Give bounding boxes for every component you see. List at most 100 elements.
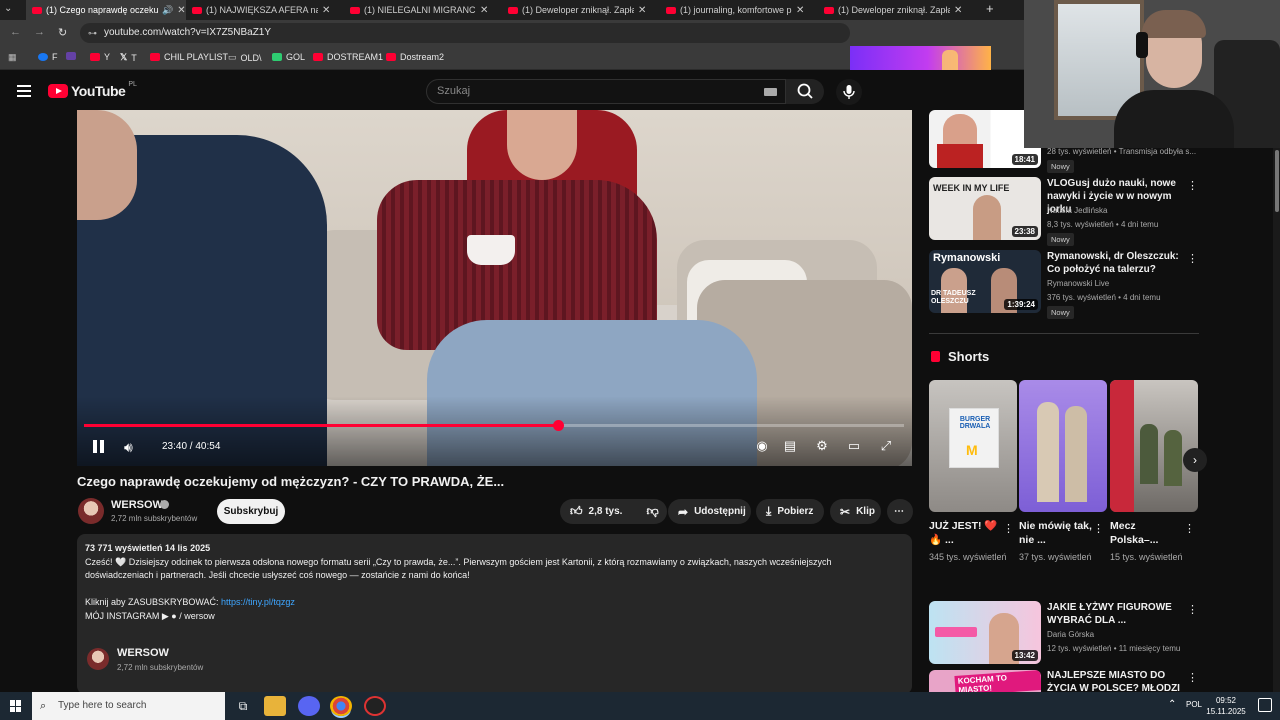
bookmark-t[interactable]: 𝕏T <box>120 52 137 63</box>
download-button[interactable]: ⤓ Pobierz <box>756 499 824 524</box>
short-card[interactable]: Nie mówię tak, nie ... 37 tys. wyświetle… <box>1019 380 1107 562</box>
bookmark-gol[interactable]: GOL <box>272 52 305 62</box>
file-explorer-icon[interactable] <box>264 696 286 716</box>
tab-close-icon[interactable]: ✕ <box>177 5 185 16</box>
tab-search-chevron-icon[interactable]: ⌄ <box>4 3 12 14</box>
scrollbar[interactable] <box>1273 148 1280 692</box>
bookmark-dostream1[interactable]: DOSTREAM1 <box>313 52 383 62</box>
keyboard-icon[interactable] <box>764 88 777 96</box>
short-card[interactable]: BURGER DRWALA M JUŻ JEST! ❤️🔥 ... 345 ty… <box>929 380 1017 562</box>
search-input[interactable]: Szukaj <box>426 79 786 104</box>
tab-close-icon[interactable]: ✕ <box>638 5 646 16</box>
tab-close-icon[interactable]: ✕ <box>796 5 804 16</box>
youtube-header: YouTube PL Szukaj <box>0 70 1024 112</box>
more-actions-button[interactable]: ⋯ <box>887 499 913 524</box>
more-vertical-icon[interactable]: ⋮ <box>1003 522 1014 535</box>
volume-icon[interactable]: 🔊︎ <box>124 439 133 456</box>
menu-icon[interactable] <box>17 85 31 97</box>
more-vertical-icon[interactable]: ⋮ <box>1184 522 1195 535</box>
bookmark-y[interactable]: Y <box>90 52 110 62</box>
scrollbar-thumb[interactable] <box>1275 150 1279 212</box>
subscribe-button[interactable]: Subskrybuj <box>217 499 285 524</box>
recommended-video[interactable]: WEEK IN MY LIFE 23:38 VLOGusj dużo nauki… <box>929 177 1199 246</box>
search-button[interactable] <box>786 79 824 104</box>
subscribe-prefix: Kliknij aby ZASUBSKRYBOWAĆ: <box>85 597 222 607</box>
more-vertical-icon[interactable]: ⋮ <box>1187 603 1198 616</box>
progress-scrubber[interactable] <box>553 420 564 431</box>
browser-tab[interactable]: (1) Deweloper zniknął. Zapłacili ✕ <box>502 0 660 20</box>
settings-gear-icon[interactable]: ⚙ <box>813 438 831 454</box>
site-info-icon[interactable]: ⊶ <box>88 23 97 43</box>
short-card[interactable]: Mecz Polska–... 15 tys. wyświetleń ⋮ <box>1110 380 1198 562</box>
shorts-header: Shorts <box>931 349 989 364</box>
browser-tab[interactable]: (1) NAJWIĘKSZA AFERA na UKR ✕ <box>186 0 344 20</box>
shorts-next-button[interactable]: › <box>1183 448 1207 472</box>
like-count[interactable]: 2,8 tys. <box>589 506 623 517</box>
apps-grid-icon[interactable]: ▦ <box>8 52 17 63</box>
description-channel-avatar[interactable] <box>87 648 109 670</box>
browser-tab[interactable]: (1) NIELEGALNI MIGRANCI WC ✕ <box>344 0 502 20</box>
back-arrow-icon[interactable]: ← <box>10 26 21 38</box>
speaker-icon[interactable]: 🔊 <box>162 5 173 16</box>
bookmark-f[interactable]: F <box>38 52 58 62</box>
video-player[interactable] <box>77 110 912 466</box>
tab-close-icon[interactable]: ✕ <box>322 5 330 16</box>
recommended-video[interactable]: KOCHAM TO MIASTO! NAJLEPSZE MIASTO DO ŻY… <box>929 670 1199 692</box>
clock-time: 09:52 <box>1215 696 1237 705</box>
more-vertical-icon[interactable]: ⋮ <box>1187 671 1198 684</box>
more-vertical-icon[interactable]: ⋮ <box>1187 252 1198 265</box>
like-dislike-group: 👍︎ 2,8 tys. 👎︎ <box>560 499 667 524</box>
autoplay-toggle-icon[interactable]: ◉ <box>753 438 771 454</box>
video-meta: 12 tys. wyświetleń • 11 miesięcy temu <box>1047 644 1181 653</box>
windows-start-icon[interactable] <box>10 700 22 712</box>
taskbar-search-input[interactable]: ⌕ Type here to search <box>32 692 225 720</box>
dislike-icon[interactable]: 👎︎ <box>646 504 658 519</box>
tab-close-icon[interactable]: ✕ <box>954 5 962 16</box>
more-vertical-icon[interactable]: ⋮ <box>1187 179 1198 192</box>
reload-icon[interactable]: ↻ <box>58 26 67 39</box>
recommended-video[interactable]: 13:42 JAKIE ŁYŻWY FIGUROWE WYBRAĆ DLA ..… <box>929 601 1199 667</box>
subscribe-link[interactable]: https://tiny.pl/tqzgz <box>221 597 295 607</box>
short-title: Mecz Polska–... <box>1110 520 1159 546</box>
channel-avatar[interactable] <box>78 498 104 524</box>
browser-tab[interactable]: (1) journaling, komfortowe prze ✕ <box>660 0 818 20</box>
voice-search-button[interactable] <box>836 79 862 105</box>
bookmark-folder-old[interactable]: ▭ OLD\ <box>228 52 262 63</box>
theater-mode-icon[interactable]: ▭ <box>845 438 863 454</box>
obs-icon[interactable] <box>364 696 386 716</box>
new-tab-button[interactable]: + <box>986 1 994 16</box>
pause-button[interactable] <box>92 440 106 453</box>
logo-word: YouTube <box>71 83 126 99</box>
tab-title: (1) Deweloper zniknął. Zapłacili <box>522 5 634 15</box>
clip-button[interactable]: ✂ Klip <box>830 499 881 524</box>
more-vertical-icon[interactable]: ⋮ <box>1093 522 1104 535</box>
notification-icon[interactable] <box>1258 698 1272 712</box>
browser-tab[interactable]: (1) Deweloper zniknął. Zapłacili ✕ <box>818 0 976 20</box>
bookmark-dostream2[interactable]: Dostream2 <box>386 52 444 62</box>
clock[interactable]: 09:52 15.11.2025 <box>1206 695 1246 717</box>
description-box[interactable]: 73 771 wyświetleń 14 lis 2025 Cześć! 🤍 D… <box>77 534 912 694</box>
chrome-icon[interactable] <box>330 696 352 716</box>
task-view-icon[interactable]: ⧉ <box>232 696 254 716</box>
language-indicator[interactable]: POL <box>1186 700 1202 709</box>
tray-chevron-up-icon[interactable]: ⌃ <box>1168 699 1176 710</box>
like-icon[interactable]: 👍︎ <box>570 504 583 519</box>
microphone-icon <box>843 85 855 99</box>
share-button[interactable]: ➦ Udostępnij <box>668 499 751 524</box>
progress-bar[interactable] <box>84 420 904 431</box>
forward-arrow-icon[interactable]: → <box>34 26 45 38</box>
browser-tab-active[interactable]: (1) Czego naprawdę oczekuj 🔊 ✕ <box>26 0 186 20</box>
description-channel-name[interactable]: WERSOW <box>117 647 169 659</box>
youtube-logo[interactable]: YouTube PL <box>48 81 137 99</box>
url-field[interactable]: ⊶ youtube.com/watch?v=IX7Z5NBaZ1Y <box>80 23 850 43</box>
bookmark-chil-playlist[interactable]: CHIL PLAYLIST <box>150 52 228 62</box>
channel-name[interactable]: WERSOW <box>111 499 163 511</box>
recommended-video[interactable]: Rymanowski DR TADEUSZ OLESZCZU 1:39:24 R… <box>929 250 1199 319</box>
fullscreen-icon[interactable]: ⤢ <box>877 438 895 454</box>
subtitles-icon[interactable]: ▤ <box>781 438 799 454</box>
video-duration: 18:41 <box>1011 154 1038 165</box>
description-instagram-line[interactable]: MÓJ INSTAGRAM ▶ ● / wersow <box>85 611 215 622</box>
bookmark-twitch[interactable] <box>66 52 76 60</box>
discord-icon[interactable] <box>298 696 320 716</box>
tab-close-icon[interactable]: ✕ <box>480 5 488 16</box>
